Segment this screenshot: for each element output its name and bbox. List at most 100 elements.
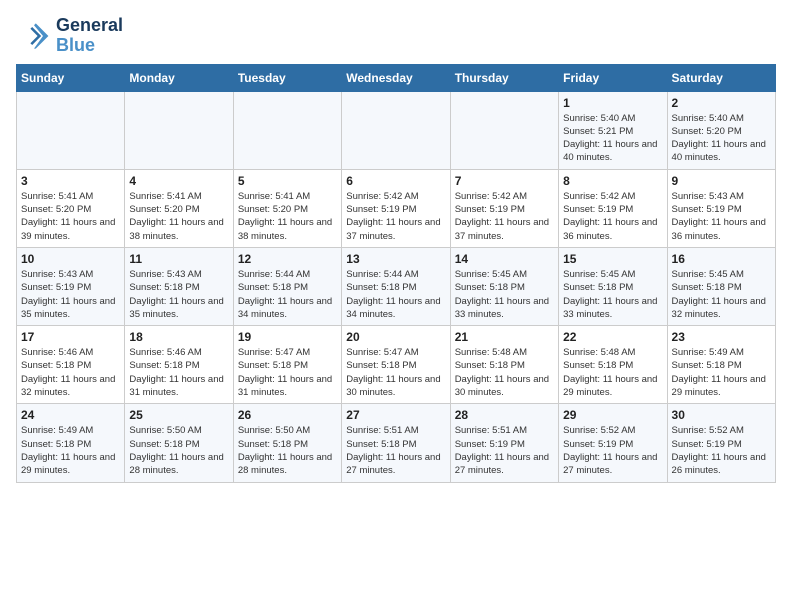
day-number: 29 [563,408,662,422]
calendar-cell: 15 Sunrise: 5:45 AM Sunset: 5:18 PM Dayli… [559,247,667,325]
calendar-cell: 2Sunrise: 5:40 AM Sunset: 5:20 PM Daylig… [667,91,775,169]
calendar-cell [125,91,233,169]
day-number: 22 [563,330,662,344]
calendar-cell [342,91,450,169]
calendar-cell: 13Sunrise: 5:44 AM Sunset: 5:18 PM Dayli… [342,247,450,325]
day-number: 30 [672,408,771,422]
day-info: Sunrise: 5:45 AM Sunset: 5:18 PM Dayligh… [455,268,554,321]
weekday-header: Thursday [450,64,558,91]
day-info: Sunrise: 5:45 AM Sunset: 5:18 PM Dayligh… [563,268,662,321]
day-info: Sunrise: 5:43 AM Sunset: 5:18 PM Dayligh… [129,268,228,321]
day-number: 26 [238,408,337,422]
calendar-week-row: 24 Sunrise: 5:49 AM Sunset: 5:18 PM Dayli… [17,404,776,482]
weekday-header: Monday [125,64,233,91]
calendar-cell: 21Sunrise: 5:48 AM Sunset: 5:18 PM Dayli… [450,326,558,404]
day-info: Sunrise: 5:52 AM Sunset: 5:19 PM Dayligh… [563,424,662,477]
calendar-cell [233,91,341,169]
calendar-cell: 17 Sunrise: 5:46 AM Sunset: 5:18 PM Dayli… [17,326,125,404]
calendar-cell: 20Sunrise: 5:47 AM Sunset: 5:18 PM Dayli… [342,326,450,404]
calendar-cell: 26 Sunrise: 5:50 AM Sunset: 5:18 PM Dayli… [233,404,341,482]
day-info: Sunrise: 5:43 AM Sunset: 5:19 PM Dayligh… [21,268,120,321]
calendar-cell: 24 Sunrise: 5:49 AM Sunset: 5:18 PM Dayli… [17,404,125,482]
calendar-cell: 30 Sunrise: 5:52 AM Sunset: 5:19 PM Dayli… [667,404,775,482]
logo-text: General Blue [56,16,123,56]
calendar-cell: 7Sunrise: 5:42 AM Sunset: 5:19 PM Daylig… [450,169,558,247]
calendar-cell: 1Sunrise: 5:40 AM Sunset: 5:21 PM Daylig… [559,91,667,169]
day-info: Sunrise: 5:44 AM Sunset: 5:18 PM Dayligh… [238,268,337,321]
day-info: Sunrise: 5:41 AM Sunset: 5:20 PM Dayligh… [129,190,228,243]
day-info: Sunrise: 5:46 AM Sunset: 5:18 PM Dayligh… [21,346,120,399]
day-number: 6 [346,174,445,188]
day-info: Sunrise: 5:47 AM Sunset: 5:18 PM Dayligh… [346,346,445,399]
day-number: 25 [129,408,228,422]
calendar-cell: 4 Sunrise: 5:41 AM Sunset: 5:20 PM Daylig… [125,169,233,247]
header: General Blue [16,16,776,56]
logo-icon [16,18,52,54]
calendar-cell [450,91,558,169]
day-number: 18 [129,330,228,344]
day-info: Sunrise: 5:41 AM Sunset: 5:20 PM Dayligh… [238,190,337,243]
calendar-week-row: 10 Sunrise: 5:43 AM Sunset: 5:19 PM Dayli… [17,247,776,325]
day-info: Sunrise: 5:50 AM Sunset: 5:18 PM Dayligh… [129,424,228,477]
calendar-cell: 10 Sunrise: 5:43 AM Sunset: 5:19 PM Dayli… [17,247,125,325]
day-number: 17 [21,330,120,344]
day-number: 12 [238,252,337,266]
day-number: 8 [563,174,662,188]
day-info: Sunrise: 5:51 AM Sunset: 5:18 PM Dayligh… [346,424,445,477]
calendar-table: SundayMondayTuesdayWednesdayThursdayFrid… [16,64,776,483]
day-number: 15 [563,252,662,266]
calendar-cell: 3Sunrise: 5:41 AM Sunset: 5:20 PM Daylig… [17,169,125,247]
day-number: 24 [21,408,120,422]
weekday-header: Friday [559,64,667,91]
calendar-cell: 16Sunrise: 5:45 AM Sunset: 5:18 PM Dayli… [667,247,775,325]
calendar-cell: 5 Sunrise: 5:41 AM Sunset: 5:20 PM Daylig… [233,169,341,247]
day-info: Sunrise: 5:51 AM Sunset: 5:19 PM Dayligh… [455,424,554,477]
calendar-cell: 29 Sunrise: 5:52 AM Sunset: 5:19 PM Dayli… [559,404,667,482]
calendar-week-row: 3Sunrise: 5:41 AM Sunset: 5:20 PM Daylig… [17,169,776,247]
calendar-cell: 25 Sunrise: 5:50 AM Sunset: 5:18 PM Dayli… [125,404,233,482]
calendar-week-row: 17 Sunrise: 5:46 AM Sunset: 5:18 PM Dayli… [17,326,776,404]
day-number: 14 [455,252,554,266]
day-number: 28 [455,408,554,422]
day-number: 7 [455,174,554,188]
calendar-cell: 22 Sunrise: 5:48 AM Sunset: 5:18 PM Dayli… [559,326,667,404]
day-number: 2 [672,96,771,110]
day-info: Sunrise: 5:42 AM Sunset: 5:19 PM Dayligh… [346,190,445,243]
weekday-header: Sunday [17,64,125,91]
day-number: 4 [129,174,228,188]
calendar-cell: 23 Sunrise: 5:49 AM Sunset: 5:18 PM Dayli… [667,326,775,404]
day-info: Sunrise: 5:42 AM Sunset: 5:19 PM Dayligh… [563,190,662,243]
day-number: 1 [563,96,662,110]
logo: General Blue [16,16,123,56]
day-number: 21 [455,330,554,344]
calendar-cell: 12 Sunrise: 5:44 AM Sunset: 5:18 PM Dayli… [233,247,341,325]
day-info: Sunrise: 5:48 AM Sunset: 5:18 PM Dayligh… [563,346,662,399]
day-number: 11 [129,252,228,266]
weekday-header-row: SundayMondayTuesdayWednesdayThursdayFrid… [17,64,776,91]
day-number: 10 [21,252,120,266]
day-number: 5 [238,174,337,188]
calendar-cell: 9 Sunrise: 5:43 AM Sunset: 5:19 PM Daylig… [667,169,775,247]
day-number: 9 [672,174,771,188]
calendar-cell [17,91,125,169]
calendar-cell: 27Sunrise: 5:51 AM Sunset: 5:18 PM Dayli… [342,404,450,482]
weekday-header: Tuesday [233,64,341,91]
calendar-cell: 14 Sunrise: 5:45 AM Sunset: 5:18 PM Dayli… [450,247,558,325]
day-info: Sunrise: 5:50 AM Sunset: 5:18 PM Dayligh… [238,424,337,477]
day-info: Sunrise: 5:46 AM Sunset: 5:18 PM Dayligh… [129,346,228,399]
calendar-cell: 28 Sunrise: 5:51 AM Sunset: 5:19 PM Dayli… [450,404,558,482]
day-info: Sunrise: 5:41 AM Sunset: 5:20 PM Dayligh… [21,190,120,243]
day-info: Sunrise: 5:52 AM Sunset: 5:19 PM Dayligh… [672,424,771,477]
calendar-cell: 6 Sunrise: 5:42 AM Sunset: 5:19 PM Daylig… [342,169,450,247]
day-number: 16 [672,252,771,266]
day-info: Sunrise: 5:43 AM Sunset: 5:19 PM Dayligh… [672,190,771,243]
weekday-header: Saturday [667,64,775,91]
day-info: Sunrise: 5:44 AM Sunset: 5:18 PM Dayligh… [346,268,445,321]
day-info: Sunrise: 5:49 AM Sunset: 5:18 PM Dayligh… [21,424,120,477]
calendar-cell: 11 Sunrise: 5:43 AM Sunset: 5:18 PM Dayli… [125,247,233,325]
calendar-cell: 8 Sunrise: 5:42 AM Sunset: 5:19 PM Daylig… [559,169,667,247]
calendar-cell: 19Sunrise: 5:47 AM Sunset: 5:18 PM Dayli… [233,326,341,404]
weekday-header: Wednesday [342,64,450,91]
day-number: 23 [672,330,771,344]
day-info: Sunrise: 5:49 AM Sunset: 5:18 PM Dayligh… [672,346,771,399]
